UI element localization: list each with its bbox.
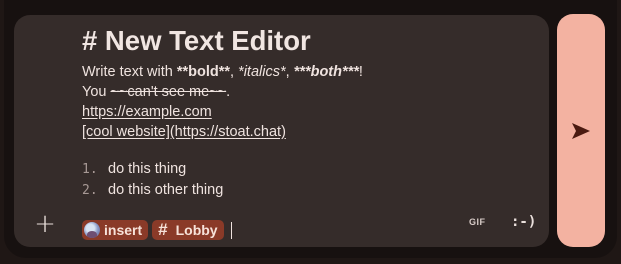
send-button[interactable] [557, 14, 605, 247]
editor-content[interactable]: # New Text Editor Write text with **bold… [82, 24, 532, 201]
separator: , [285, 64, 294, 80]
italic-text: *italics* [238, 64, 286, 80]
add-attachment-button[interactable]: + [30, 207, 60, 241]
list-number: 2. [82, 183, 98, 198]
heading-line: # New Text Editor [82, 25, 311, 56]
gif-button[interactable]: GIF [469, 217, 486, 227]
text-end: . [226, 84, 231, 100]
example-link[interactable]: https://example.com [82, 104, 212, 120]
bold-text: **bold** [176, 64, 230, 80]
link-line: https://example.com [82, 102, 532, 122]
hash-icon: # [158, 220, 168, 239]
bold-italic-text: ***both*** [293, 64, 359, 80]
strikethrough-text: ~~can't see me~~ [110, 84, 227, 100]
avatar [84, 222, 100, 238]
user-mention-chip[interactable]: insert [82, 220, 149, 240]
channel-mention-chip[interactable]: # Lobby [152, 220, 224, 240]
list-item: 1. do this thing [82, 159, 532, 180]
strikethrough-line: You ~~can't see me~~. [82, 82, 532, 102]
list-text: do this other thing [108, 182, 224, 198]
formatting-line: Write text with **bold**, *italics*, ***… [82, 62, 532, 82]
list-text: do this thing [108, 161, 187, 177]
mentions-row: insert # Lobby [82, 220, 232, 240]
mention-label: Lobby [175, 222, 218, 238]
plus-icon: + [34, 209, 56, 239]
text-end: ! [358, 64, 363, 80]
text-caret [230, 221, 232, 239]
text-span: Write text with [82, 64, 177, 80]
text-span: You [82, 84, 111, 100]
mention-label: insert [104, 222, 143, 238]
emoji-button[interactable]: :-) [511, 214, 536, 230]
list-item: 2. do this other thing [82, 180, 532, 201]
markdown-link-line: [cool website](https://stoat.chat) [82, 122, 532, 142]
list-number: 1. [82, 162, 98, 177]
send-arrow-icon [572, 122, 590, 139]
separator: , [229, 64, 239, 80]
cool-website-link[interactable]: [cool website](https://stoat.chat) [82, 124, 286, 140]
